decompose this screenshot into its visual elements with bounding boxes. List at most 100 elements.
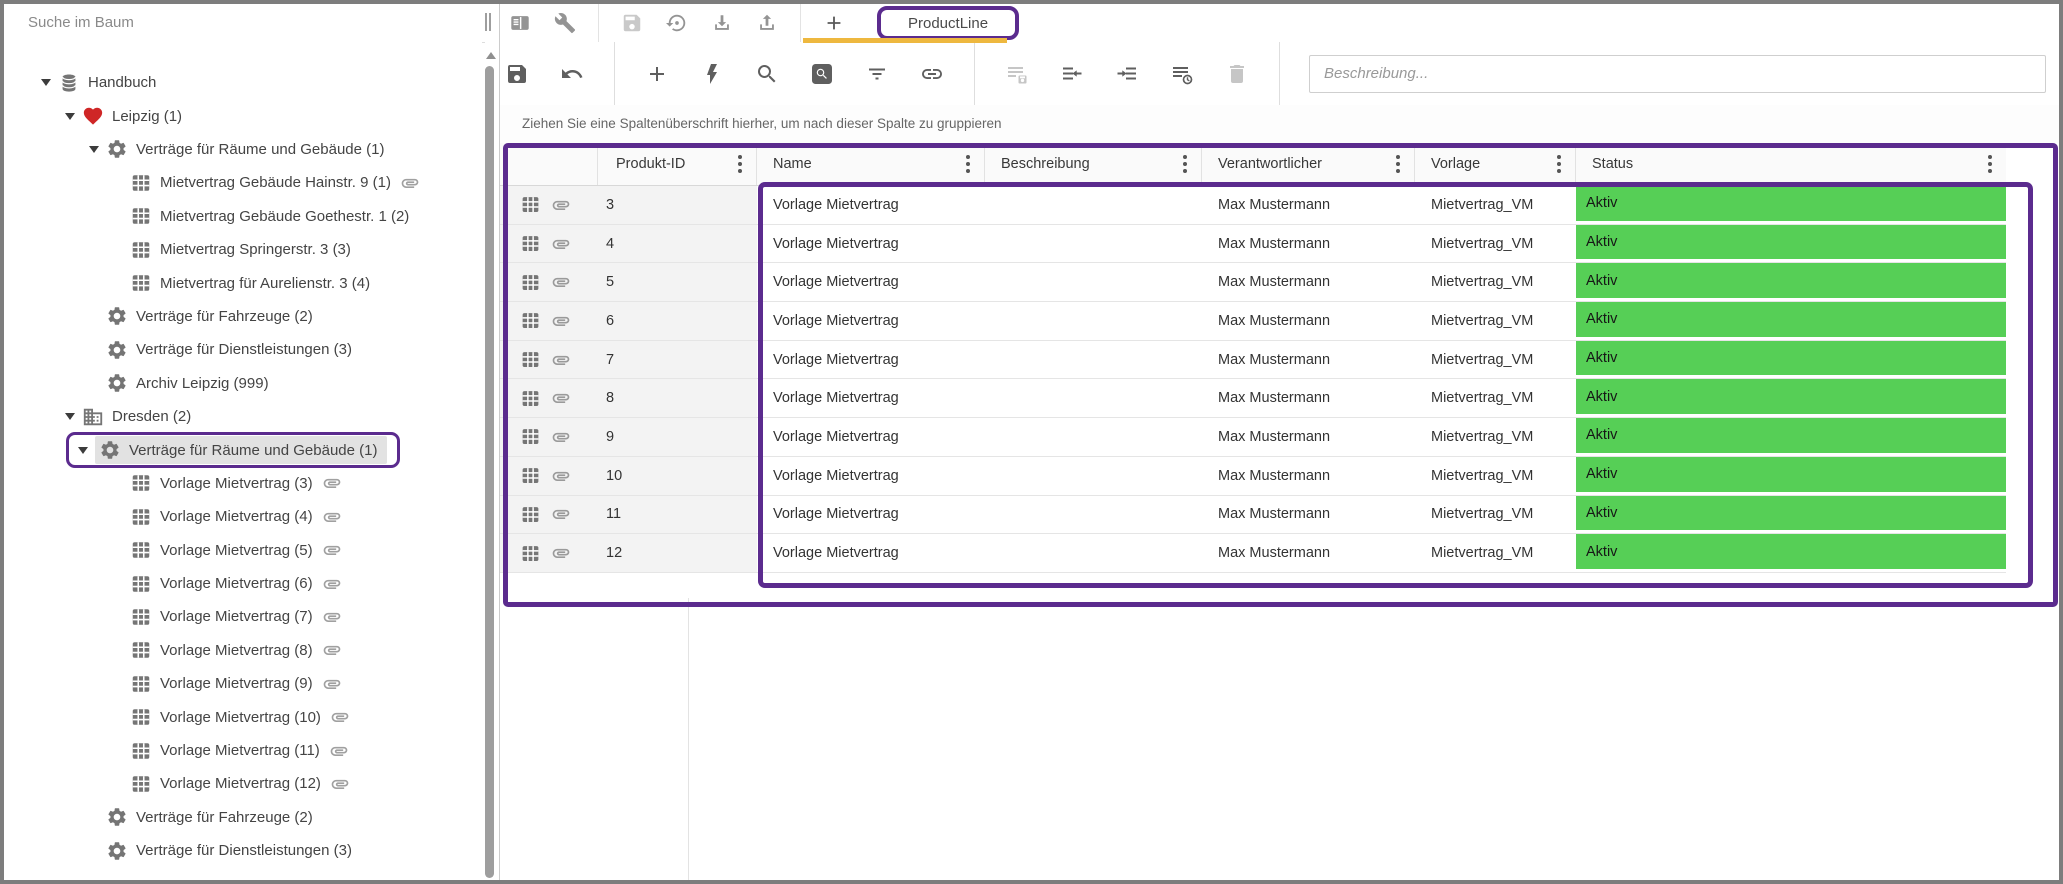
tree-item[interactable]: Verträge für Fahrzeuge (2) — [4, 300, 482, 333]
expander-arrow-icon[interactable] — [34, 79, 58, 86]
tab-productline[interactable]: ProductLine — [877, 6, 1019, 40]
tree-item[interactable]: Verträge für Dienstleistungen (3) — [4, 333, 482, 366]
rows-history-icon[interactable] — [1169, 61, 1195, 87]
cell-name[interactable]: Vorlage Mietvertrag — [757, 186, 985, 224]
expander-arrow-icon[interactable] — [58, 113, 82, 120]
table-row[interactable]: 11Vorlage MietvertragMax MustermannMietv… — [500, 496, 2006, 535]
cell-status[interactable]: Aktiv — [1576, 379, 2006, 417]
column-header-beschreibung[interactable]: Beschreibung — [985, 143, 1202, 185]
delete-icon[interactable] — [1224, 61, 1250, 87]
undo-icon[interactable] — [559, 61, 585, 87]
cell-vorlage[interactable]: Mietvertrag_VM — [1415, 263, 1576, 301]
cell-vorlage[interactable]: Mietvertrag_VM — [1415, 379, 1576, 417]
scrollbar-up-arrow[interactable] — [486, 52, 496, 59]
cell-id[interactable]: 5 — [598, 263, 757, 301]
tree-item[interactable]: Archiv Leipzig (999) — [4, 367, 482, 400]
cell-id[interactable]: 4 — [598, 225, 757, 263]
cell-status[interactable]: Aktiv — [1576, 418, 2006, 456]
add-row-icon[interactable] — [644, 61, 670, 87]
tree-item[interactable]: Dresden (2) — [4, 400, 482, 433]
tree-search-field[interactable]: Suche im Baum — [4, 4, 485, 43]
tree-item[interactable]: Vorlage Mietvertrag (12) — [4, 767, 482, 800]
cell-verantwortlicher[interactable]: Max Mustermann — [1202, 534, 1415, 572]
table-row[interactable]: 10Vorlage MietvertragMax MustermannMietv… — [500, 457, 2006, 496]
table-row[interactable]: 12Vorlage Mietvertrag Max MustermannMietv… — [500, 534, 2006, 573]
tree-item[interactable]: Vorlage Mietvertrag (7) — [4, 600, 482, 633]
filter-icon[interactable] — [864, 61, 890, 87]
table-row[interactable]: 6Vorlage Mietvertrag Max MustermannMietve… — [500, 302, 2006, 341]
panel-list-icon[interactable] — [508, 11, 532, 35]
cell-beschreibung[interactable] — [985, 302, 1202, 340]
column-header-vorlage[interactable]: Vorlage — [1415, 143, 1576, 185]
cell-name[interactable]: Vorlage Mietvertrag — [757, 341, 985, 379]
cell-status[interactable]: Aktiv — [1576, 302, 2006, 340]
cell-beschreibung[interactable] — [985, 341, 1202, 379]
upload-icon[interactable] — [755, 11, 779, 35]
cell-beschreibung[interactable] — [985, 263, 1202, 301]
cell-status[interactable]: Aktiv — [1576, 225, 2006, 263]
column-header-name[interactable]: Name — [757, 143, 985, 185]
cell-verantwortlicher[interactable]: Max Mustermann — [1202, 263, 1415, 301]
group-by-panel[interactable]: Ziehen Sie eine Spaltenüberschrift hierh… — [500, 105, 2059, 143]
column-header-produkt-id[interactable]: Produkt-ID — [598, 143, 757, 185]
cell-status[interactable]: Aktiv — [1576, 457, 2006, 495]
expander-arrow-icon[interactable] — [82, 146, 106, 153]
tree-item[interactable]: Vorlage Mietvertrag (5) — [4, 533, 482, 566]
column-header-verantwortlicher[interactable]: Verantwortlicher — [1202, 143, 1415, 185]
cell-verantwortlicher[interactable]: Max Mustermann — [1202, 457, 1415, 495]
save-icon[interactable] — [504, 61, 530, 87]
download-icon[interactable] — [710, 11, 734, 35]
search-icon[interactable] — [754, 61, 780, 87]
cell-status[interactable]: Aktiv — [1576, 341, 2006, 379]
save-icon[interactable] — [620, 11, 644, 35]
tree-item[interactable]: Mietvertrag Gebäude Goethestr. 1 (2) — [4, 200, 482, 233]
cell-vorlage[interactable]: Mietvertrag_VM — [1415, 186, 1576, 224]
cell-name[interactable]: Vorlage Mietvertrag — [757, 534, 985, 572]
tree-item[interactable]: Mietvertrag Gebäude Hainstr. 9 (1) — [4, 166, 482, 199]
cell-verantwortlicher[interactable]: Max Mustermann — [1202, 225, 1415, 263]
cell-name[interactable]: Vorlage Mietvertrag — [757, 379, 985, 417]
cell-status[interactable]: Aktiv — [1576, 496, 2006, 534]
search-panel-icon[interactable] — [809, 61, 835, 87]
cell-status[interactable]: Aktiv — [1576, 186, 2006, 224]
tree-item[interactable]: Vorlage Mietvertrag (11) — [4, 734, 482, 767]
cell-id[interactable]: 10 — [598, 457, 757, 495]
add-tab-icon[interactable] — [822, 11, 846, 35]
expander-arrow-icon[interactable] — [71, 447, 95, 454]
cell-verantwortlicher[interactable]: Max Mustermann — [1202, 496, 1415, 534]
cell-id[interactable]: 6 — [598, 302, 757, 340]
cell-beschreibung[interactable] — [985, 457, 1202, 495]
cell-status[interactable]: Aktiv — [1576, 263, 2006, 301]
cell-id[interactable]: 7 — [598, 341, 757, 379]
cell-vorlage[interactable]: Mietvertrag_VM — [1415, 302, 1576, 340]
cell-vorlage[interactable]: Mietvertrag_VM — [1415, 534, 1576, 572]
column-menu-icon[interactable] — [1183, 155, 1187, 159]
table-row[interactable]: 7Vorlage MietvertragMax MustermannMietve… — [500, 341, 2006, 380]
cell-name[interactable]: Vorlage Mietvertrag — [757, 457, 985, 495]
cell-name[interactable]: Vorlage Mietvertrag — [757, 302, 985, 340]
column-menu-icon[interactable] — [1988, 155, 1992, 159]
table-row[interactable]: 3Vorlage MietvertragMax MustermannMietve… — [500, 186, 2006, 225]
cell-beschreibung[interactable] — [985, 534, 1202, 572]
quick-action-icon[interactable] — [699, 61, 725, 87]
cell-status[interactable]: Aktiv — [1576, 534, 2006, 572]
tree-item[interactable]: Verträge für Fahrzeuge (2) — [4, 801, 482, 834]
cell-beschreibung[interactable] — [985, 225, 1202, 263]
cell-verantwortlicher[interactable]: Max Mustermann — [1202, 379, 1415, 417]
cell-id[interactable]: 8 — [598, 379, 757, 417]
wrench-icon[interactable] — [553, 11, 577, 35]
tree-item[interactable]: Leipzig (1) — [4, 99, 482, 132]
tree-item[interactable]: Verträge für Dienstleistungen (3) — [4, 834, 482, 867]
table-row[interactable]: 4Vorlage MietvertragMax MustermannMietve… — [500, 225, 2006, 264]
tree-item[interactable]: Vorlage Mietvertrag (3) — [4, 467, 482, 500]
tree-item[interactable]: Vorlage Mietvertrag (4) — [4, 500, 482, 533]
cell-verantwortlicher[interactable]: Max Mustermann — [1202, 418, 1415, 456]
cell-id[interactable]: 12 — [598, 534, 757, 572]
cell-name[interactable]: Vorlage Mietvertrag — [757, 496, 985, 534]
cell-id[interactable]: 11 — [598, 496, 757, 534]
cell-name[interactable]: Vorlage Mietvertrag — [757, 263, 985, 301]
cell-verantwortlicher[interactable]: Max Mustermann — [1202, 302, 1415, 340]
tree-item[interactable]: Vorlage Mietvertrag (8) — [4, 634, 482, 667]
table-row[interactable]: 5Vorlage Mietvertrag Max MustermannMietve… — [500, 263, 2006, 302]
restore-icon[interactable] — [665, 11, 689, 35]
